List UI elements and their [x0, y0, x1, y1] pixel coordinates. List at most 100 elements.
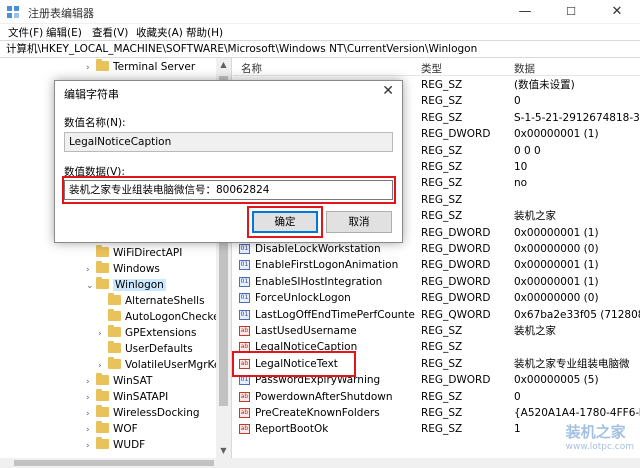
value-type: REG_SZ	[421, 325, 463, 337]
chevron-right-icon[interactable]: ›	[86, 422, 96, 438]
value-data: S-1-5-21-2912674818-3	[514, 111, 640, 124]
menu-view[interactable]: 查看(V)	[92, 25, 128, 40]
value-data: 0x00000001 (1)	[514, 226, 599, 239]
folder-icon	[108, 309, 121, 321]
string-value-icon: ab	[239, 326, 250, 336]
value-data: 0	[514, 95, 521, 108]
close-button[interactable]: ✕	[594, 0, 640, 24]
folder-icon	[96, 245, 109, 257]
highlight-box	[247, 206, 323, 238]
folder-icon	[108, 341, 121, 353]
folder-icon	[96, 405, 109, 417]
table-row[interactable]: 01 LastLogOffEndTimePerfCounter REG_QWORD 0…	[233, 307, 640, 323]
folder-icon	[96, 277, 109, 289]
chevron-right-icon[interactable]: ›	[86, 390, 96, 406]
chevron-right-icon[interactable]: ›	[86, 262, 96, 278]
chevron-right-icon[interactable]: ›	[86, 438, 96, 454]
cancel-button[interactable]: 取消	[326, 211, 392, 233]
tree-item-autologonchecked[interactable]: AutoLogonChecked	[98, 309, 226, 325]
maximize-button[interactable]: ☐	[548, 0, 594, 24]
chevron-right-icon[interactable]: ›	[86, 374, 96, 390]
menu-help[interactable]: 帮助(H)	[186, 25, 223, 40]
chevron-right-icon[interactable]: ›	[86, 60, 96, 76]
column-type[interactable]: 类型	[421, 61, 442, 76]
tree-item-wirelessdocking[interactable]: › WirelessDocking	[86, 405, 200, 421]
horizontal-scrollbar[interactable]	[0, 458, 640, 468]
value-data: (数值未设置)	[514, 79, 575, 91]
chevron-right-icon[interactable]: ›	[98, 326, 108, 342]
menu-bar: 文件(F) 编辑(E) 查看(V) 收藏夹(A) 帮助(H)	[0, 24, 640, 40]
table-row[interactable]: 01 ForceUnlockLogon REG_DWORD 0x00000000 (0…	[233, 290, 640, 306]
menu-edit[interactable]: 编辑(E)	[46, 25, 82, 40]
binary-value-icon: 01	[239, 309, 250, 320]
value-name: EnableFirstLogonAnimation	[255, 259, 399, 272]
scrollbar-thumb[interactable]	[14, 460, 214, 466]
list-header: 名称 类型 数据	[233, 58, 640, 76]
value-data: 0x00000001 (1)	[514, 128, 599, 141]
value-data: 0x00000000 (0)	[514, 292, 599, 305]
tree-item-wifidirectapi[interactable]: WiFiDirectAPI	[86, 245, 182, 261]
tree-item-wof[interactable]: › WOF	[86, 421, 138, 437]
tree-item-winsatapi[interactable]: › WinSATAPI	[86, 389, 168, 405]
value-name: PreCreateKnownFolders	[255, 407, 380, 419]
address-bar[interactable]: 计算机\HKEY_LOCAL_MACHINE\SOFTWARE\Microsof…	[0, 40, 640, 58]
value-type: REG_DWORD	[421, 275, 491, 288]
value-type: REG_SZ	[421, 357, 463, 370]
folder-icon	[96, 421, 109, 433]
value-name-field: LegalNoticeCaption	[64, 132, 393, 152]
value-name-label: 数值名称(N):	[64, 117, 126, 129]
value-data: {A520A1A4-1780-4FF6-B	[514, 407, 640, 419]
watermark: 装机之家 www.lotpc.com	[565, 423, 634, 452]
value-name: ForceUnlockLogon	[255, 292, 351, 305]
column-name[interactable]: 名称	[241, 61, 262, 76]
column-data[interactable]: 数据	[514, 61, 535, 76]
tree-item-winsat[interactable]: › WinSAT	[86, 373, 152, 389]
table-row[interactable]: ab PreCreateKnownFolders REG_SZ {A520A1A4-1…	[233, 405, 640, 421]
value-data: 0 0 0	[514, 144, 541, 157]
value-type: REG_DWORD	[421, 259, 491, 272]
value-data: no	[514, 177, 528, 190]
value-type: REG_DWORD	[421, 128, 491, 141]
tree-item-wudf[interactable]: › WUDF	[86, 437, 145, 453]
value-data: 0x00000001 (1)	[514, 275, 599, 288]
chevron-down-icon[interactable]: ⌄	[86, 278, 96, 294]
scroll-down-icon[interactable]: ▼	[216, 444, 231, 458]
minimize-button[interactable]: —	[502, 0, 548, 24]
window-title: 注册表编辑器	[28, 7, 94, 20]
tree-item-windows[interactable]: › Windows	[86, 261, 160, 277]
table-row[interactable]: 01 EnableSIHostIntegration REG_DWORD 0x0000…	[233, 274, 640, 290]
string-value-icon: ab	[239, 408, 250, 418]
value-data: 0x00000001 (1)	[514, 259, 599, 272]
tree-item-alternateshells[interactable]: AlternateShells	[98, 293, 205, 309]
table-row[interactable]: 01 EnableFirstLogonAnimation REG_DWORD 0x00…	[233, 257, 640, 273]
table-row[interactable]: 01 DisableLockWorkstation REG_DWORD 0x00000…	[233, 241, 640, 257]
value-name: EnableSIHostIntegration	[255, 275, 383, 288]
tree-item-gpextensions[interactable]: › GPExtensions	[98, 325, 197, 341]
table-row[interactable]: ab LastUsedUsername REG_SZ 装机之家	[233, 323, 640, 339]
value-data: 0x00000000 (0)	[514, 243, 599, 255]
value-type: REG_SZ	[421, 177, 463, 190]
scroll-up-icon[interactable]: ▲	[216, 58, 231, 72]
binary-value-icon: 01	[239, 260, 250, 271]
dialog-close-button[interactable]: ✕	[382, 83, 394, 99]
value-type: REG_DWORD	[421, 226, 491, 239]
tree-item-volatileusermgrkey[interactable]: › VolatileUserMgrKey	[98, 357, 227, 373]
chevron-right-icon[interactable]: ›	[86, 406, 96, 422]
tree-item-userdefaults[interactable]: UserDefaults	[98, 341, 193, 357]
menu-file[interactable]: 文件(F)	[8, 25, 43, 40]
edit-string-dialog: 编辑字符串 ✕ 数值名称(N): LegalNoticeCaption 数值数据…	[54, 80, 403, 243]
tree-item-terminal-server[interactable]: › Terminal Server	[86, 59, 195, 75]
chevron-right-icon[interactable]: ›	[98, 358, 108, 374]
menu-favorites[interactable]: 收藏夹(A)	[136, 25, 183, 40]
value-name: DisableLockWorkstation	[255, 243, 381, 255]
value-type: REG_SZ	[421, 193, 463, 206]
value-type: REG_SZ	[421, 144, 463, 157]
tree-item-winlogon[interactable]: ⌄ Winlogon	[86, 277, 166, 293]
value-type: REG_QWORD	[421, 308, 491, 321]
value-type: REG_SZ	[421, 161, 463, 173]
value-type: REG_SZ	[421, 210, 463, 223]
table-row[interactable]: ab PowerdownAfterShutdown REG_SZ 0	[233, 389, 640, 405]
value-data: 装机之家	[514, 210, 556, 223]
folder-icon	[108, 293, 121, 305]
value-name: LastLogOffEndTimePerfCounter	[255, 308, 415, 321]
